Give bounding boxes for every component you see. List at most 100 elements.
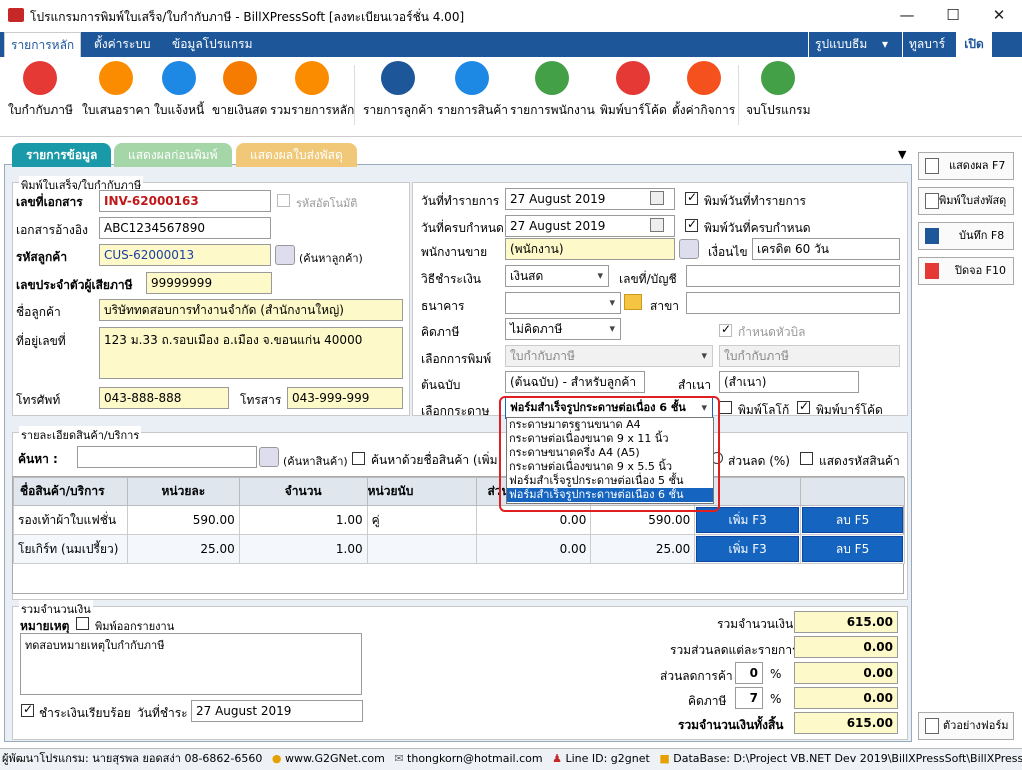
row-qty[interactable]: 1.00: [238, 505, 368, 535]
cust-code-field[interactable]: CUS-62000013: [99, 244, 271, 266]
branch-field[interactable]: [686, 292, 900, 314]
ribbon-label: รายการลูกค้า: [363, 103, 434, 117]
ref-field[interactable]: ABC1234567890: [99, 217, 271, 239]
ribbon-button-invoice[interactable]: ใบแจ้งหนี้: [154, 61, 204, 120]
table-row[interactable]: รองเท้าผ้าใบแฟชั่น 590.00 1.00 คู่ 0.00 …: [13, 505, 905, 535]
find-customer-link[interactable]: (ค้นหาลูกค้า): [299, 249, 363, 267]
print-due-checkbox[interactable]: [685, 217, 698, 232]
calendar-icon[interactable]: [650, 191, 664, 205]
search-employee-icon[interactable]: [679, 239, 699, 259]
menu-theme[interactable]: รูปแบบธีม: [808, 32, 873, 57]
table-row[interactable]: โยเกิร์ท (นมเปรี้ยว) 25.00 1.00 0.00 25.…: [13, 534, 905, 564]
calendar-icon[interactable]: [650, 218, 664, 232]
ribbon-button-product-list[interactable]: รายการสินค้า: [437, 61, 508, 120]
search-customer-icon[interactable]: [275, 245, 295, 265]
items-grid[interactable]: ชื่อสินค้า/บริการ หน่วยละ จำนวน หน่วยนับ…: [12, 476, 905, 594]
ribbon-button-merge-items[interactable]: รวมรายการหลัก: [270, 61, 354, 120]
row-price[interactable]: 590.00: [126, 505, 240, 535]
status-bar: ผู้พัฒนาโปรแกรม: นายสุรพล ยอดสง่า 08-686…: [0, 748, 1022, 770]
tab-parcel-preview[interactable]: แสดงผลใบส่งพัสดุ: [236, 143, 357, 167]
row-total[interactable]: 25.00: [590, 534, 696, 564]
tab-data-entry[interactable]: รายการข้อมูล: [12, 143, 112, 167]
website-link[interactable]: www.G2GNet.com: [285, 752, 385, 765]
row-unit[interactable]: [366, 534, 478, 564]
ribbon: ใบกำกับภาษี ใบเสนอราคา ใบแจ้งหนี้ ขายเงินสด…: [0, 57, 1022, 137]
vat-summary-label: คิดภาษี: [688, 694, 727, 708]
pay-method-select[interactable]: เงินสด: [505, 265, 609, 287]
item-discount-label: รวมส่วนลดแต่ละรายการ: [670, 643, 799, 657]
account-field[interactable]: [686, 265, 900, 287]
bank-select[interactable]: [505, 292, 621, 314]
close-screen-button[interactable]: ปิดจอ F10: [918, 257, 1014, 285]
menu-about[interactable]: ข้อมูลโปรแกรม: [166, 32, 259, 57]
menu-toolbar[interactable]: ทูลบาร์: [902, 32, 951, 57]
vat-percent[interactable]: 7: [735, 687, 763, 709]
maximize-button[interactable]: ☐: [930, 0, 976, 30]
row-name[interactable]: รองเท้าผ้าใบแฟชั่น: [13, 505, 128, 535]
fax-field[interactable]: 043-999-999: [287, 387, 403, 409]
folder-icon[interactable]: [624, 294, 642, 310]
find-product-link[interactable]: (ค้นหาสินค้า): [283, 452, 348, 470]
row-qty[interactable]: 1.00: [238, 534, 368, 564]
product-search-input[interactable]: [77, 446, 257, 468]
row-name[interactable]: โยเกิร์ท (นมเปรี้ยว): [13, 534, 128, 564]
ribbon-button-quotation[interactable]: ใบเสนอราคา: [82, 61, 150, 120]
print-date-checkbox[interactable]: [685, 190, 698, 205]
cust-name-field[interactable]: บริษัททดสอบการทำงานจำกัด (สำนักงานใหญ่): [99, 299, 403, 321]
col-price[interactable]: หน่วยละ: [126, 477, 240, 506]
original-field[interactable]: (ต้นฉบับ) - สำหรับลูกค้า: [505, 371, 645, 393]
ribbon-button-barcode[interactable]: พิมพ์บาร์โค้ด: [600, 61, 667, 120]
pay-date-picker[interactable]: 27 August 2019: [191, 700, 363, 722]
vat-select[interactable]: ไม่คิดภาษี: [505, 318, 621, 340]
search-by-name-checkbox[interactable]: [352, 452, 365, 465]
condition-field[interactable]: เครดิต 60 วัน: [752, 238, 900, 260]
tab-print-preview[interactable]: แสดงผลก่อนพิมพ์: [114, 143, 232, 167]
paid-checkbox[interactable]: [21, 702, 34, 717]
auto-no-checkbox[interactable]: [277, 194, 290, 207]
addr-field[interactable]: 123 ม.33 ถ.รอบเมือง อ.เมือง จ.ขอนแก่น 40…: [99, 327, 403, 379]
note-field[interactable]: ทดสอบหมายเหตุใบกำกับภาษี: [20, 633, 362, 695]
save-button[interactable]: บันทึก F8: [918, 222, 1014, 250]
print-type-select[interactable]: ใบกำกับภาษี: [505, 345, 713, 367]
print-logo-checkbox[interactable]: [719, 401, 732, 414]
col-qty[interactable]: จำนวน: [238, 477, 368, 506]
col-name[interactable]: ชื่อสินค้า/บริการ: [13, 477, 128, 506]
minimize-button[interactable]: —: [884, 0, 930, 30]
email-link[interactable]: thongkorn@hotmail.com: [407, 752, 543, 765]
copy-field[interactable]: (สำเนา): [719, 371, 859, 393]
print-barcode-checkbox[interactable]: [797, 399, 810, 414]
sample-form-button[interactable]: ตัวอย่างฟอร์ม: [918, 712, 1014, 740]
delete-row-button[interactable]: ลบ F5: [802, 507, 903, 533]
menu-main[interactable]: รายการหลัก: [4, 32, 82, 57]
row-unit[interactable]: คู่: [366, 505, 478, 535]
doc-no-field[interactable]: INV-62000163: [99, 190, 271, 212]
col-unit[interactable]: หน่วยนับ: [366, 477, 478, 506]
close-window-button[interactable]: ✕: [976, 0, 1022, 30]
ribbon-button-power[interactable]: จบโปรแกรม: [746, 61, 811, 120]
sales-field[interactable]: (พนักงาน): [505, 238, 675, 260]
ribbon-button-company-settings[interactable]: ตั้งค่ากิจการ: [672, 61, 735, 120]
theme-dropdown-icon[interactable]: ▾: [876, 32, 894, 57]
ribbon-button-employee-list[interactable]: รายการพนักงาน: [510, 61, 595, 120]
print-note-checkbox[interactable]: [76, 617, 89, 630]
ribbon-button-tax-invoice[interactable]: ใบกำกับภาษี: [8, 61, 73, 120]
print-parcel-button[interactable]: พิมพ์ใบส่งพัสดุ: [918, 187, 1014, 215]
phone-field[interactable]: 043-888-888: [99, 387, 229, 409]
bill-discount-percent[interactable]: 0: [735, 662, 763, 684]
menu-settings[interactable]: ตั้งค่าระบบ: [88, 32, 157, 57]
bill-head-checkbox[interactable]: [719, 322, 732, 337]
toolbar-open-button[interactable]: เปิด: [956, 32, 992, 57]
row-price[interactable]: 25.00: [126, 534, 240, 564]
cust-code-label: รหัสลูกค้า: [16, 250, 68, 264]
ribbon-button-customer-list[interactable]: รายการลูกค้า: [363, 61, 433, 120]
show-code-checkbox[interactable]: [800, 452, 813, 465]
tabs-overflow-icon[interactable]: ▼: [898, 148, 906, 161]
search-product-icon[interactable]: [259, 447, 279, 467]
taxid-field[interactable]: 99999999: [146, 272, 272, 294]
show-preview-button[interactable]: แสดงผล F7: [918, 152, 1014, 180]
print-type-field[interactable]: ใบกำกับภาษี: [719, 345, 900, 367]
delete-row-button[interactable]: ลบ F5: [802, 536, 903, 562]
add-row-button[interactable]: เพิ่ม F3: [696, 536, 800, 562]
row-discount[interactable]: 0.00: [476, 534, 592, 564]
ribbon-button-cash-sale[interactable]: ขายเงินสด: [212, 61, 267, 120]
